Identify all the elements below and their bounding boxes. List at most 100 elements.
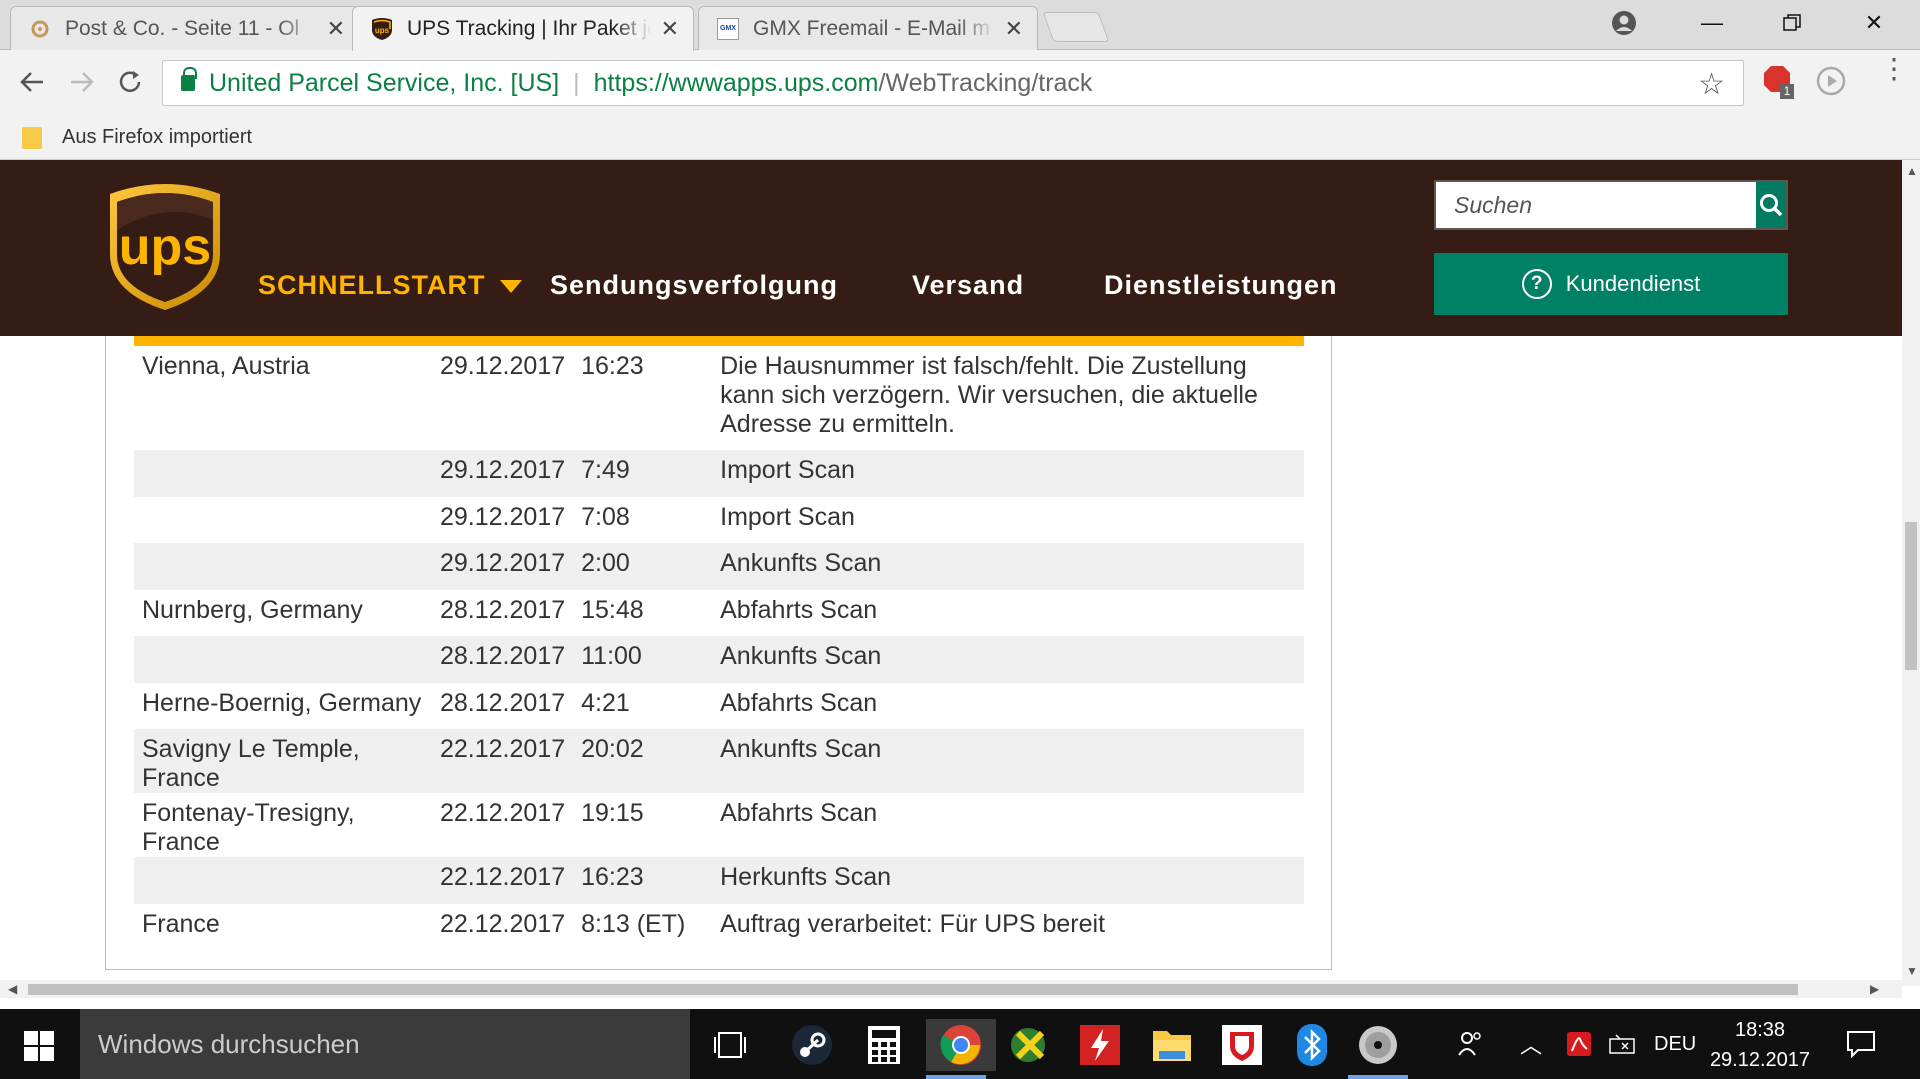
taskbar-search-input[interactable]: Windows durchsuchen	[80, 1009, 690, 1079]
forum-favicon-icon	[29, 18, 51, 40]
location-cell: Nurnberg, Germany	[142, 595, 363, 624]
vertical-scrollbar[interactable]: ▲ ▼	[1902, 160, 1920, 986]
ups-favicon-icon: ups	[371, 18, 393, 40]
table-row: 29.12.2017 7:49 Import Scan	[134, 450, 1304, 497]
tab-title: Post & Co. - Seite 11 - Ol	[65, 16, 300, 40]
profile-icon[interactable]	[1584, 0, 1664, 46]
folder-icon	[22, 126, 42, 149]
horizontal-scrollbar[interactable]: ◀ ▶	[0, 980, 1902, 998]
calculator-icon[interactable]	[854, 1019, 914, 1071]
bookmarks-bar: Aus Firefox importiert	[0, 116, 1920, 160]
forward-arrow-icon[interactable]	[62, 62, 102, 102]
nav-schnellstart[interactable]: SCHNELLSTART	[258, 270, 522, 301]
nav-versand[interactable]: Versand	[912, 270, 1024, 301]
location-cell: Herne-Boernig, Germany	[142, 688, 422, 717]
nav-dienstleistungen[interactable]: Dienstleistungen	[1104, 270, 1338, 301]
minimize-button[interactable]: —	[1672, 0, 1752, 46]
nav-sendungsverfolgung[interactable]: Sendungsverfolgung	[550, 270, 838, 301]
input-language-indicator[interactable]: DEU	[1654, 1009, 1696, 1079]
tracking-history-table: ORT DATUM ORTSZEIT AKTIVITÄT Vienna, Aus…	[134, 290, 1304, 950]
dropdown-triangle-icon	[499, 280, 522, 294]
people-icon[interactable]	[1456, 1009, 1486, 1079]
date-cell: 28.12.2017	[432, 636, 574, 683]
close-tab-icon[interactable]: ✕	[327, 16, 345, 42]
search-icon	[1760, 194, 1783, 217]
table-row: Vienna, Austria 29.12.2017 16:23 Die Hau…	[134, 346, 1304, 450]
close-tab-icon[interactable]: ✕	[1005, 16, 1023, 42]
secure-site-label: United Parcel Service, Inc. [US]	[209, 68, 560, 97]
activity-cell: Abfahrts Scan	[720, 799, 878, 827]
play-extension-icon[interactable]	[1816, 66, 1846, 101]
vertical-scroll-thumb[interactable]	[1905, 522, 1917, 670]
tab-post-co[interactable]: Post & Co. - Seite 11 - Ol ✕	[10, 6, 360, 50]
lock-icon	[181, 67, 197, 91]
app-green-icon[interactable]	[1000, 1019, 1060, 1071]
bookmark-star-icon[interactable]: ☆	[1698, 67, 1725, 102]
new-tab-button[interactable]	[1042, 12, 1110, 42]
flash-app-icon[interactable]	[1070, 1019, 1130, 1071]
table-row: 29.12.2017 7:08 Import Scan	[134, 497, 1304, 544]
svg-text:ups: ups	[119, 218, 211, 276]
task-view-icon[interactable]	[700, 1019, 760, 1071]
action-center-icon[interactable]	[1846, 1009, 1876, 1079]
restore-button[interactable]	[1752, 0, 1832, 46]
security-shield-icon[interactable]	[1212, 1019, 1272, 1071]
ups-logo[interactable]: ups	[108, 180, 222, 312]
address-bar[interactable]: United Parcel Service, Inc. [US] | https…	[162, 60, 1744, 106]
time-cell: 20:02	[573, 729, 713, 793]
activity-cell: Abfahrts Scan	[720, 688, 878, 717]
system-clock[interactable]: 18:38 29.12.2017	[1700, 1015, 1820, 1075]
search-button[interactable]	[1756, 182, 1786, 228]
date-cell: 22.12.2017	[432, 857, 574, 904]
tab-title: UPS Tracking | Ihr Paket je	[407, 17, 651, 40]
close-tab-icon[interactable]: ✕	[661, 16, 679, 42]
scroll-right-arrow-icon[interactable]: ▶	[1870, 982, 1879, 996]
date-cell: 22.12.2017	[432, 729, 574, 793]
reload-icon[interactable]	[110, 62, 150, 102]
time-cell: 11:00	[573, 636, 713, 683]
scroll-down-arrow-icon[interactable]: ▼	[1906, 964, 1918, 978]
url-text: https://wwwapps.ups.com/WebTracking/trac…	[593, 68, 1093, 97]
show-hidden-icons-chevron-icon[interactable]: ︿	[1520, 1009, 1542, 1079]
web-page: ups SCHNELLSTART Sendungsverfolgung Vers…	[0, 160, 1902, 986]
activity-cell: Ankunfts Scan	[712, 543, 1304, 590]
scroll-left-arrow-icon[interactable]: ◀	[8, 982, 17, 996]
chrome-icon[interactable]	[926, 1019, 996, 1079]
table-row: Nurnberg, Germany 28.12.2017 15:48 Abfah…	[134, 590, 1304, 637]
media-disc-icon[interactable]	[1348, 1019, 1408, 1079]
menu-kebab-icon[interactable]: ⋮	[1880, 55, 1908, 83]
file-explorer-icon[interactable]	[1142, 1019, 1202, 1071]
date-cell: 29.12.2017	[432, 543, 574, 590]
tab-ups-tracking[interactable]: ups UPS Tracking | Ihr Paket je ✕	[352, 6, 694, 51]
search-input[interactable]	[1436, 182, 1756, 228]
windows-start-icon[interactable]	[24, 1031, 54, 1061]
location-cell: France	[142, 909, 220, 938]
clock-time: 18:38	[1734, 1019, 1786, 1041]
time-cell: 7:08	[581, 502, 630, 531]
windows-taskbar: Windows durchsuchen ︿ DEU 18:38 29.12.20	[0, 1009, 1920, 1079]
tab-gmx[interactable]: GMX GMX Freemail - E-Mail m ✕	[698, 6, 1038, 50]
back-arrow-icon[interactable]	[12, 62, 52, 102]
time-cell: 7:49	[573, 450, 713, 497]
location-cell	[134, 543, 432, 590]
bookmark-folder-label[interactable]: Aus Firefox importiert	[62, 126, 252, 149]
table-row: Savigny Le Temple, France 22.12.2017 20:…	[134, 729, 1304, 793]
table-row: 28.12.2017 11:00 Ankunfts Scan	[134, 636, 1304, 683]
customer-service-button[interactable]: ? Kundendienst	[1434, 253, 1788, 315]
ups-header: ups SCHNELLSTART Sendungsverfolgung Vers…	[0, 160, 1902, 336]
steam-icon[interactable]	[782, 1019, 842, 1071]
bluetooth-icon[interactable]	[1282, 1019, 1342, 1071]
time-cell: 16:23	[581, 352, 644, 380]
time-cell: 2:00	[573, 543, 713, 590]
location-cell	[134, 497, 432, 544]
table-row: Fontenay-Tresigny, France 22.12.2017 19:…	[134, 793, 1304, 857]
horizontal-scroll-thumb[interactable]	[28, 984, 1798, 995]
language-bar-keyboard-icon[interactable]	[1608, 1009, 1636, 1079]
close-window-button[interactable]: ✕	[1834, 0, 1914, 46]
date-cell: 28.12.2017	[440, 688, 566, 717]
acrobat-tray-icon[interactable]	[1566, 1009, 1592, 1079]
adblock-extension-icon[interactable]: 1	[1762, 64, 1794, 100]
scroll-up-arrow-icon[interactable]: ▲	[1906, 164, 1918, 178]
tab-title: GMX Freemail - E-Mail m	[753, 16, 990, 40]
svg-text:ups: ups	[375, 26, 390, 35]
